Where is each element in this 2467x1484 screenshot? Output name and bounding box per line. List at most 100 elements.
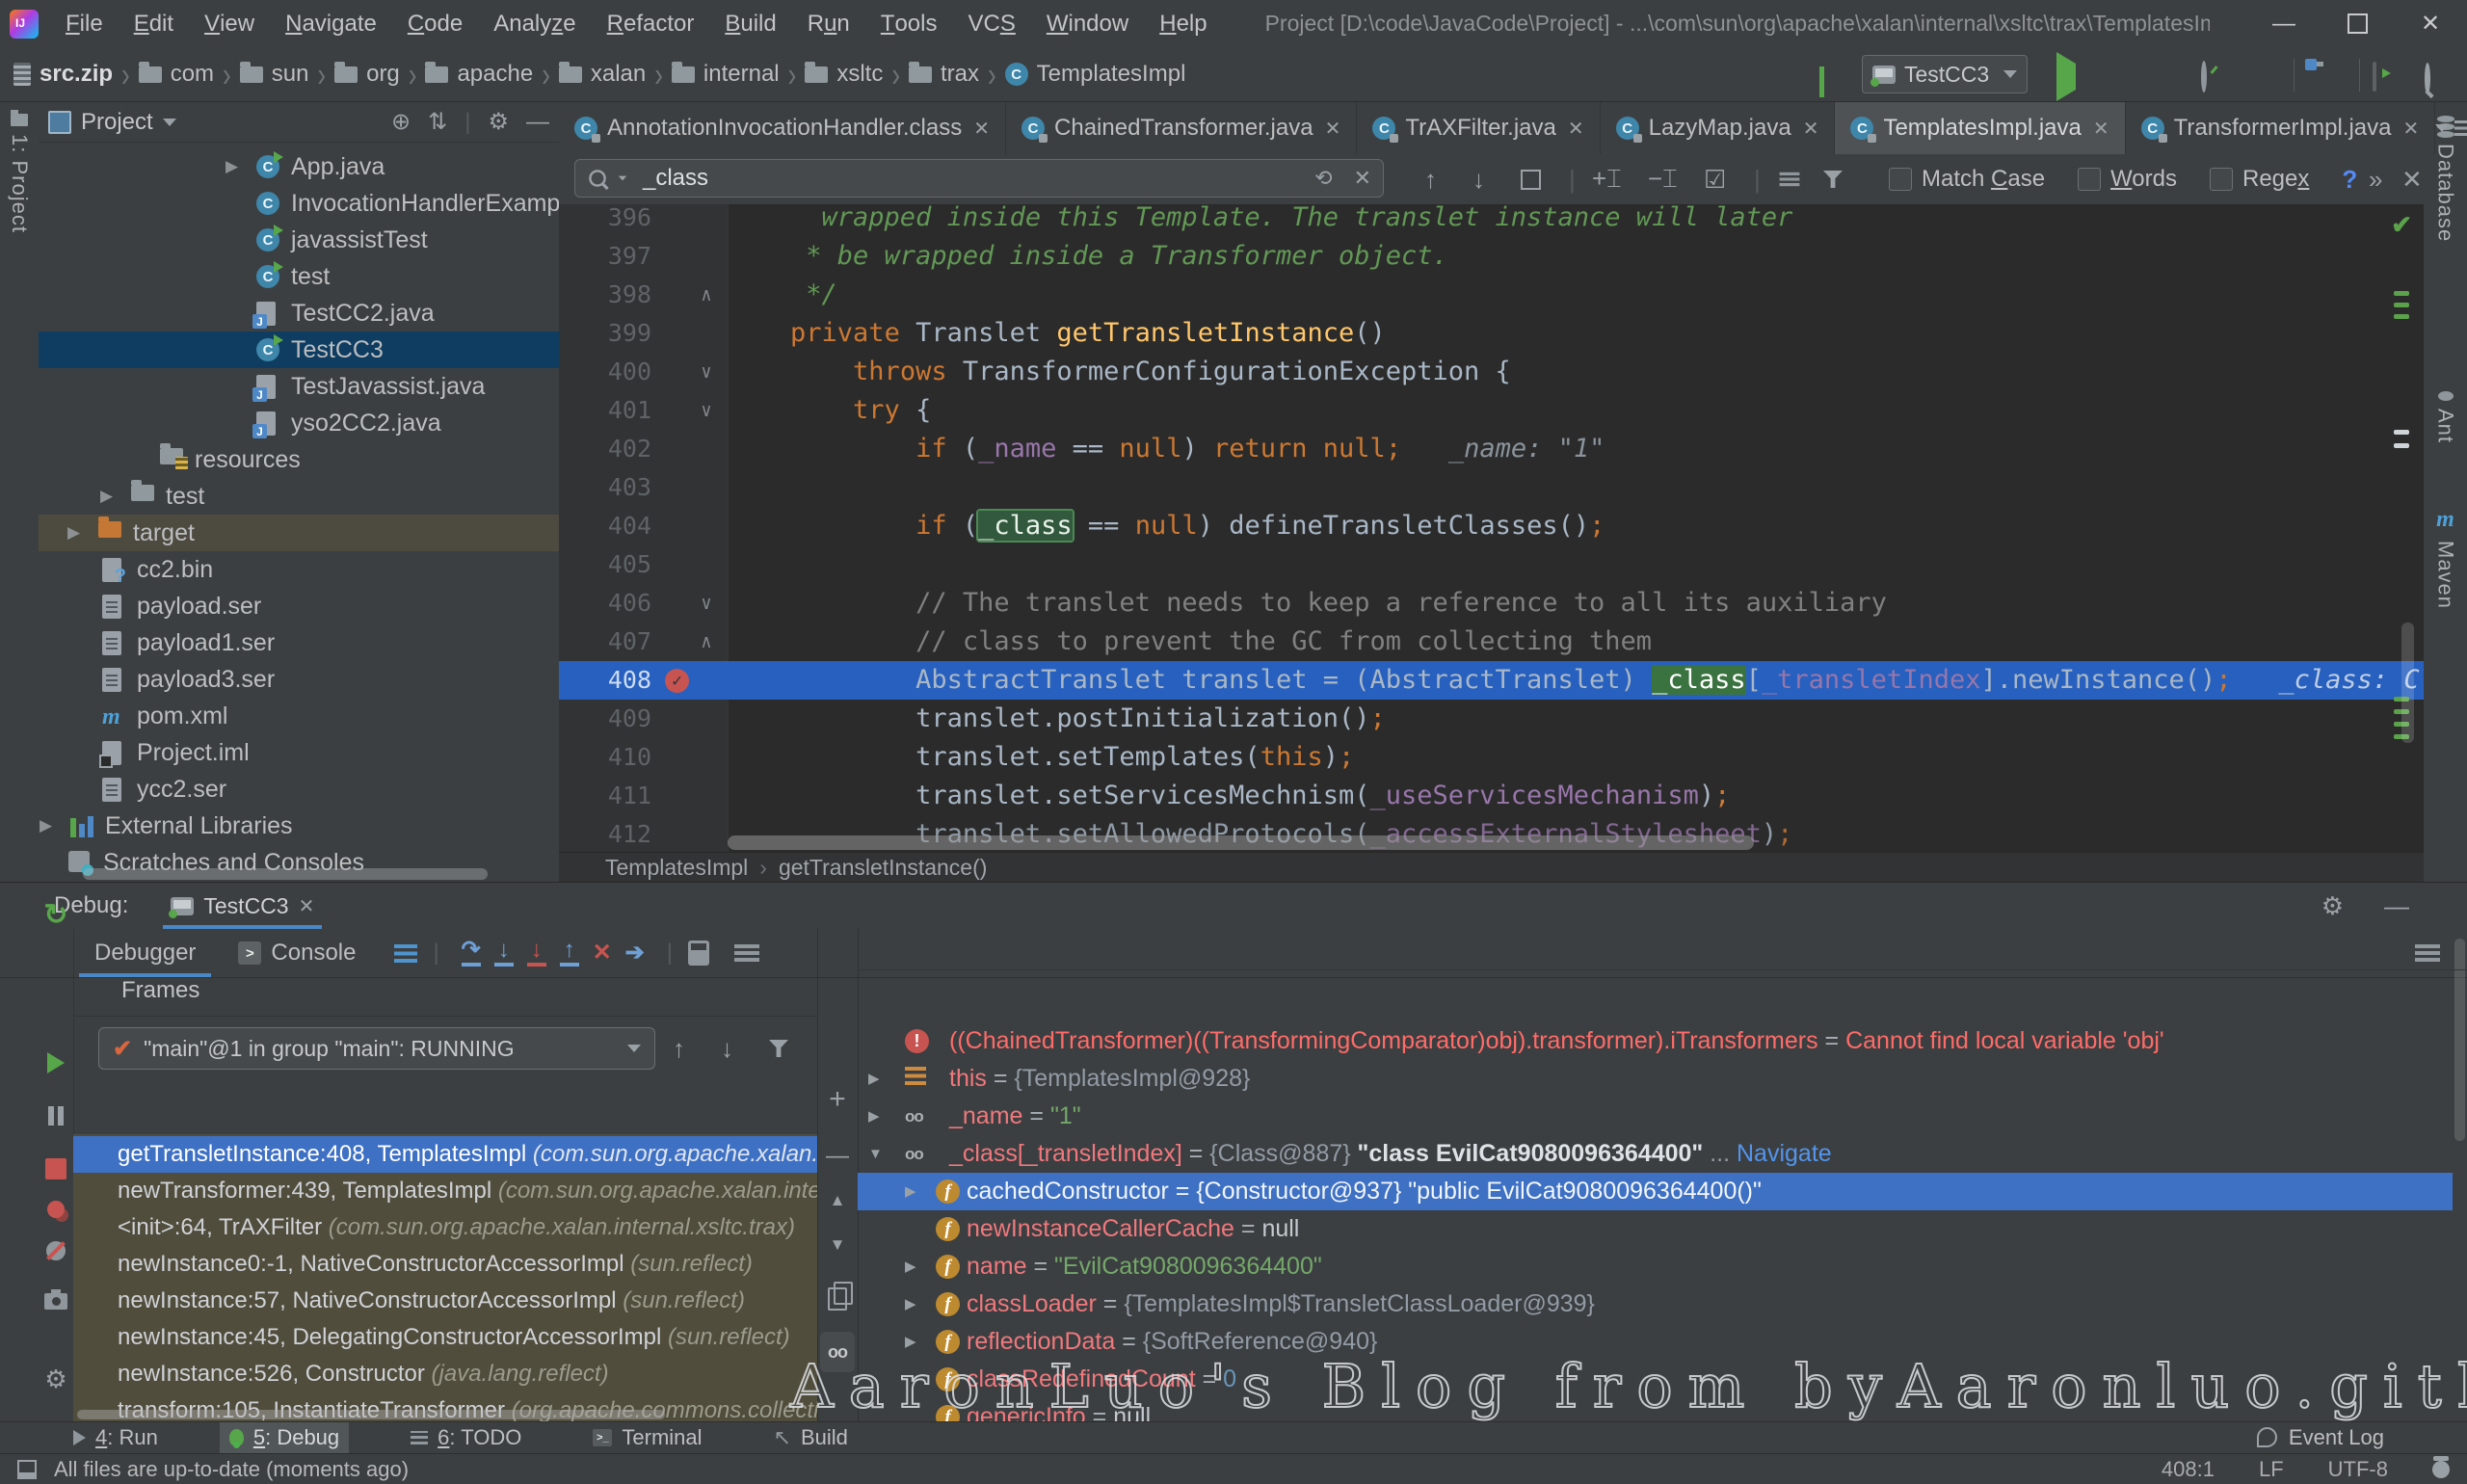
tab-overflow-indicator[interactable]: 4	[2435, 102, 2467, 154]
search-everywhere-button[interactable]	[2425, 66, 2430, 93]
menu-item-help[interactable]: Help	[1144, 0, 1222, 47]
mute-breakpoints-icon[interactable]	[39, 1241, 73, 1260]
frame-row[interactable]: newInstance:526, Constructor (java.lang.…	[73, 1356, 817, 1392]
tool-window-button-ant[interactable]: Ant	[2424, 391, 2467, 443]
frame-row[interactable]: getTransletInstance:408, TemplatesImpl (…	[73, 1136, 817, 1173]
tree-item-yso2cc2-java[interactable]: yso2CC2.java	[39, 405, 559, 441]
tool-window-button-5-debug[interactable]: 5: Debug	[220, 1422, 349, 1454]
breakpoint-icon[interactable]: ✓	[665, 669, 689, 693]
frame-row[interactable]: newInstance:57, NativeConstructorAccesso…	[73, 1283, 817, 1319]
tree-item-test[interactable]: Ctest	[39, 258, 559, 295]
inspections-ok-icon[interactable]: ✔	[2391, 210, 2412, 240]
variable-row-name[interactable]: ▶fname = "EvilCat9080096364400"	[858, 1248, 2453, 1285]
checkbox-icon[interactable]	[2210, 168, 2233, 191]
tree-item-payload1-ser[interactable]: payload1.ser	[39, 624, 559, 661]
breadcrumb-item-org[interactable]: org	[334, 61, 400, 88]
tool-window-button-project[interactable]: 1: Project	[0, 114, 39, 233]
editor-tab-transformerimpl-java[interactable]: CTransformerImpl.java✕	[2126, 102, 2436, 154]
resume-icon[interactable]	[39, 1052, 73, 1073]
tree-item-javassisttest[interactable]: CjavassistTest	[39, 222, 559, 258]
line-number[interactable]: 399	[559, 314, 651, 353]
previous-occurrence-icon[interactable]: ↑	[1424, 154, 1437, 204]
tree-item-target[interactable]: ▶target	[39, 515, 559, 551]
caret-position[interactable]: 408:1	[2162, 1457, 2215, 1482]
toolwindow-toggle-icon[interactable]	[17, 1460, 37, 1479]
locate-file-icon[interactable]: ⊕	[391, 108, 411, 136]
next-occurrence-icon[interactable]: ↓	[1472, 154, 1485, 204]
copy-stack-icon[interactable]	[817, 1287, 858, 1311]
fold-marker-icon[interactable]: ∨	[696, 391, 717, 430]
frame-row[interactable]: newTransformer:439, TemplatesImpl (com.s…	[73, 1173, 817, 1209]
menu-item-run[interactable]: Run	[792, 0, 865, 47]
line-number[interactable]: 412	[559, 815, 651, 852]
close-button[interactable]: ✕	[2394, 0, 2467, 47]
chevron-down-icon[interactable]	[163, 119, 176, 126]
editor-vertical-scrollbar[interactable]	[2401, 623, 2414, 743]
tree-item-testcc2-java[interactable]: TestCC2.java	[39, 295, 559, 331]
breadcrumb-item-src-zip[interactable]: src.zip	[13, 61, 113, 88]
run-anything-button[interactable]	[2373, 64, 2376, 91]
fold-marker-icon[interactable]: ∨	[696, 584, 717, 623]
breadcrumb-method[interactable]: getTransletInstance()	[779, 855, 987, 881]
close-tab-icon[interactable]: ✕	[1568, 117, 1584, 141]
tree-item-testcc3[interactable]: CTestCC3	[39, 331, 559, 368]
expand-arrow-icon[interactable]: ▶	[67, 515, 80, 551]
code-line-411[interactable]: 411 translet.setServicesMechnism(_useSer…	[559, 777, 2424, 815]
menu-item-navigate[interactable]: Navigate	[270, 0, 392, 47]
variable-row--chainedtransformer-transformingcomparat[interactable]: !((ChainedTransformer)((TransformingComp…	[858, 1022, 2453, 1060]
tree-item-testjavassist-java[interactable]: TestJavassist.java	[39, 368, 559, 405]
code-line-405[interactable]: 405	[559, 545, 2424, 584]
thread-selector[interactable]: ✔ "main"@1 in group "main": RUNNING	[98, 1027, 655, 1070]
breadcrumb-item-com[interactable]: com	[139, 61, 214, 88]
close-tab-icon[interactable]: ✕	[1803, 117, 1819, 141]
tree-item-invocationhandlerexamp[interactable]: CInvocationHandlerExamp	[39, 185, 559, 222]
menu-item-tools[interactable]: Tools	[865, 0, 953, 47]
line-number[interactable]: 411	[559, 777, 651, 815]
menu-item-vcs[interactable]: VCS	[952, 0, 1030, 47]
next-frame-icon[interactable]: ↓	[721, 1027, 733, 1070]
variable-row-newinstancecallercache[interactable]: fnewInstanceCallerCache = null	[858, 1210, 2453, 1248]
collapse-all-icon[interactable]: ⇅	[428, 108, 447, 136]
hide-frames-filter-icon[interactable]	[769, 1027, 788, 1070]
breadcrumb-item-trax[interactable]: trax	[909, 61, 979, 88]
remove-occurrence-icon[interactable]: −⌶	[1648, 154, 1678, 204]
close-search-icon[interactable]: ✕	[2401, 154, 2423, 204]
code-viewport[interactable]: 396 wrapped inside this Template. The tr…	[559, 204, 2424, 852]
checkbox-icon[interactable]	[1889, 168, 1912, 191]
gear-icon[interactable]: ⚙	[2321, 891, 2344, 921]
add-occurrence-icon[interactable]: +⌶	[1592, 154, 1622, 204]
breadcrumb-item-templatesimpl[interactable]: CTemplatesImpl	[1005, 61, 1186, 88]
editor-horizontal-scrollbar[interactable]	[728, 835, 1754, 850]
add-watch-icon[interactable]: +	[817, 1083, 858, 1116]
close-tab-icon[interactable]: ✕	[2093, 117, 2109, 141]
highlighting-level-icon[interactable]	[2432, 1461, 2450, 1478]
event-log-button[interactable]: Event Log	[2257, 1421, 2384, 1453]
profiler-button[interactable]	[2201, 64, 2207, 91]
tree-horizontal-scrollbar[interactable]	[83, 868, 488, 880]
search-option-match-case[interactable]: Match Case	[1889, 166, 2045, 193]
code-line-396[interactable]: 396 wrapped inside this Template. The tr…	[559, 204, 2424, 237]
breadcrumb-item-apache[interactable]: apache	[425, 61, 533, 88]
expand-arrow-icon[interactable]: ▶	[868, 1098, 880, 1135]
expand-arrow-icon[interactable]: ▼	[868, 1135, 883, 1173]
breadcrumb-item-sun[interactable]: sun	[240, 61, 309, 88]
code-line-398[interactable]: 398∧ */	[559, 276, 2424, 314]
tree-item-payload3-ser[interactable]: payload3.ser	[39, 661, 559, 698]
code-line-401[interactable]: 401∨ try {	[559, 391, 2424, 430]
tree-item-ycc2-ser[interactable]: ycc2.ser	[39, 771, 559, 808]
menu-item-build[interactable]: Build	[709, 0, 791, 47]
minimize-button[interactable]: —	[2247, 0, 2321, 47]
debug-settings-gear-icon[interactable]: ⚙	[39, 1365, 73, 1394]
menu-item-view[interactable]: View	[189, 0, 270, 47]
tree-item-pom-xml[interactable]: mpom.xml	[39, 698, 559, 734]
menu-item-code[interactable]: Code	[392, 0, 478, 47]
menu-item-edit[interactable]: Edit	[119, 0, 189, 47]
rerun-icon[interactable]: ↻	[39, 898, 73, 932]
view-breakpoints-icon[interactable]	[39, 1201, 73, 1218]
editor-tab-annotationinvocationhandler-class[interactable]: CAnnotationInvocationHandler.class✕	[559, 102, 1006, 154]
splitter-handle-icon[interactable]: —	[817, 1143, 858, 1170]
variable-row-cachedconstructor[interactable]: ▶fcachedConstructor = {Constructor@937} …	[858, 1173, 2453, 1210]
expand-arrow-icon[interactable]: ▶	[40, 808, 52, 844]
breadcrumb-item-internal[interactable]: internal	[672, 61, 780, 88]
editor-tab-templatesimpl-java[interactable]: CTemplatesImpl.java✕	[1835, 102, 2125, 154]
